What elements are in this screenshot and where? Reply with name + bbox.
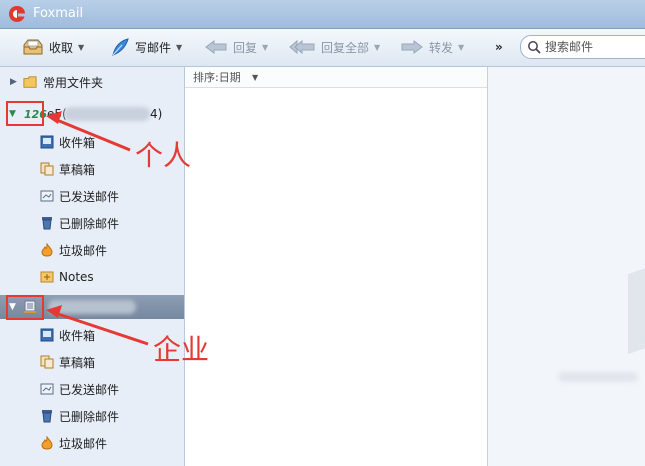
folder-label: 已发送邮件 (59, 189, 120, 204)
drafts-icon (40, 355, 54, 369)
foxmail-logo-icon (9, 6, 25, 22)
flame-icon (40, 436, 54, 450)
annotation-personal: 个人 (135, 139, 192, 172)
forward-label: 转发 (429, 40, 454, 55)
inbox-icon (40, 135, 54, 149)
folder-pane: ▶ 常用文件夹 ▼ 126 e5( 4) 收件箱 草稿箱 已发送邮件 已删除邮件… (0, 67, 185, 466)
redacted-account-name (64, 107, 150, 121)
expand-arrow-icon[interactable]: ▶ (10, 77, 17, 87)
reply-all-dropdown-icon[interactable]: ▼ (374, 43, 380, 52)
message-list[interactable]: 排序:日期 ▼ (185, 67, 488, 466)
sent-icon (40, 189, 54, 203)
trash-icon (40, 409, 54, 423)
folder-label: 收件箱 (59, 328, 96, 343)
title-bar: Foxmail (0, 0, 645, 29)
folder-label: Notes (59, 270, 94, 284)
folder-junk[interactable]: 垃圾邮件 (0, 238, 184, 262)
folder-common[interactable]: ▶ 常用文件夹 (0, 70, 184, 94)
sort-dropdown-icon[interactable]: ▼ (252, 73, 258, 82)
reply-label: 回复 (233, 40, 258, 55)
folder-common-label: 常用文件夹 (43, 75, 104, 90)
search-icon (528, 41, 541, 54)
toolbar: 收取 ▼ 写邮件 ▼ 回复 ▼ 回复全部 ▼ 转发 ▼ » (0, 29, 645, 67)
reply-all-label: 回复全部 (321, 40, 370, 55)
folder-label: 收件箱 (59, 135, 96, 150)
more-button[interactable]: » (495, 37, 503, 57)
trash-icon (40, 216, 54, 230)
window-title: Foxmail (33, 6, 84, 21)
feather-pen-icon (112, 38, 129, 56)
folder-label: 已发送邮件 (59, 382, 120, 397)
redacted-account-name (48, 300, 136, 314)
folder-sent[interactable]: 已发送邮件 (0, 377, 184, 401)
receive-label: 收取 (49, 40, 74, 55)
sent-icon (40, 382, 54, 396)
reply-all-arrow-icon (289, 39, 315, 55)
personal-highlight-box (6, 101, 44, 126)
enterprise-highlight-box (6, 295, 44, 320)
folder-deleted[interactable]: 已删除邮件 (0, 211, 184, 235)
compose-label: 写邮件 (135, 40, 172, 55)
inbox-tray-icon (23, 39, 43, 55)
reply-button[interactable]: 回复 ▼ (204, 37, 268, 57)
reply-dropdown-icon[interactable]: ▼ (262, 43, 268, 52)
reading-pane (488, 67, 645, 466)
forward-arrow-icon (401, 40, 423, 54)
search-box[interactable] (520, 35, 645, 59)
drafts-icon (40, 162, 54, 176)
folder-label: 草稿箱 (59, 162, 96, 177)
compose-button[interactable]: 写邮件 ▼ (110, 37, 182, 57)
search-input[interactable] (543, 38, 645, 56)
folder-notes[interactable]: Notes (0, 265, 184, 289)
folder-deleted[interactable]: 已删除邮件 (0, 404, 184, 428)
folder-sent[interactable]: 已发送邮件 (0, 184, 184, 208)
folder-icon (23, 75, 37, 89)
flame-icon (40, 243, 54, 257)
sort-header[interactable]: 排序:日期 ▼ (185, 67, 487, 88)
notes-icon (40, 270, 54, 284)
folder-label: 草稿箱 (59, 355, 96, 370)
reply-all-button[interactable]: 回复全部 ▼ (288, 37, 380, 57)
reply-arrow-icon (205, 40, 227, 54)
folder-label: 已删除邮件 (59, 409, 120, 424)
watermark-shape (628, 259, 645, 355)
folder-label: 垃圾邮件 (59, 243, 108, 258)
redacted-text (558, 372, 638, 382)
inbox-icon (40, 328, 54, 342)
receive-button[interactable]: 收取 ▼ (22, 37, 84, 57)
compose-dropdown-icon[interactable]: ▼ (176, 43, 182, 52)
account-fragment-right: 4) (150, 107, 163, 121)
folder-label: 垃圾邮件 (59, 436, 108, 451)
forward-dropdown-icon[interactable]: ▼ (458, 43, 464, 52)
receive-dropdown-icon[interactable]: ▼ (78, 43, 84, 52)
folder-junk[interactable]: 垃圾邮件 (0, 431, 184, 455)
folder-label: 已删除邮件 (59, 216, 120, 231)
annotation-enterprise: 企业 (153, 333, 210, 366)
forward-button[interactable]: 转发 ▼ (400, 37, 464, 57)
more-label: » (495, 40, 503, 54)
sort-label: 排序:日期 (193, 71, 241, 84)
